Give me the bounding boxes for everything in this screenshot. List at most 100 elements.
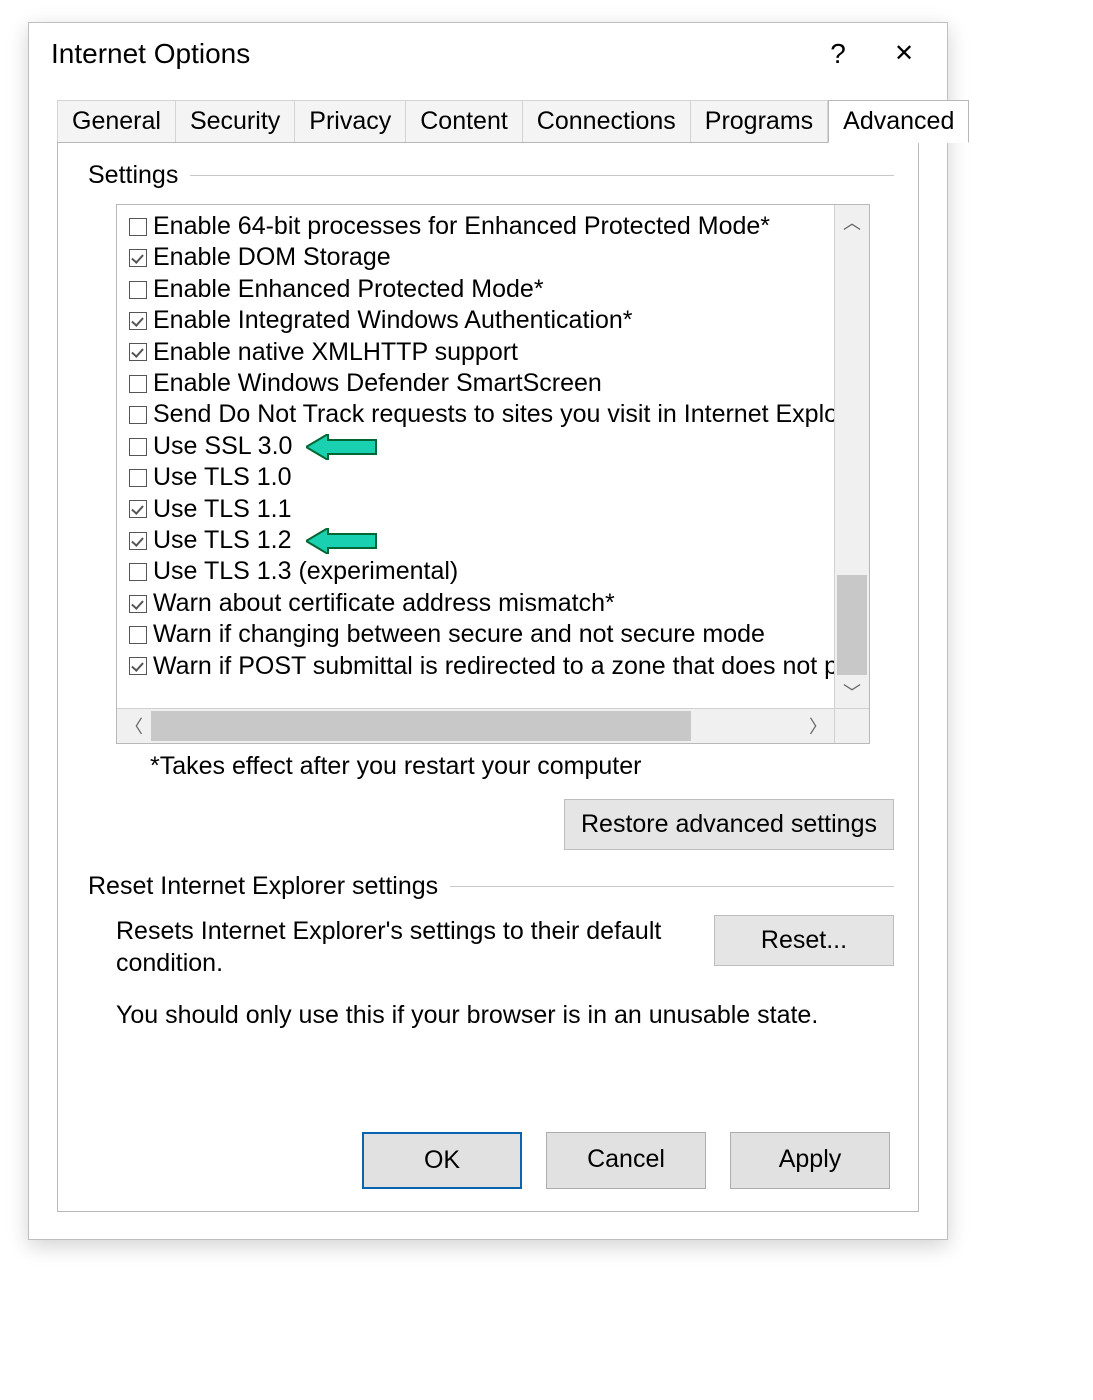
setting-label: Send Do Not Track requests to sites you …: [153, 399, 835, 430]
tab-label: Security: [190, 107, 280, 135]
setting-row[interactable]: Warn if POST submittal is redirected to …: [129, 651, 835, 682]
scroll-thumb-h[interactable]: [151, 711, 691, 741]
setting-label: Warn if changing between secure and not …: [153, 619, 765, 650]
setting-label: Use TLS 1.2: [153, 525, 292, 556]
setting-row[interactable]: Use TLS 1.1: [129, 494, 835, 525]
tab-label: Advanced: [843, 107, 954, 135]
checkbox[interactable]: [129, 595, 147, 613]
checkbox[interactable]: [129, 500, 147, 518]
window-title: Internet Options: [51, 38, 805, 70]
scroll-right-button[interactable]: 〉: [801, 709, 835, 743]
setting-label: Enable native XMLHTTP support: [153, 337, 518, 368]
checkbox[interactable]: [129, 281, 147, 299]
settings-heading-label: Settings: [88, 161, 178, 190]
setting-label: Enable Windows Defender SmartScreen: [153, 368, 602, 399]
reset-button[interactable]: Reset...: [714, 915, 894, 966]
tab-label: General: [72, 107, 161, 135]
checkbox[interactable]: [129, 312, 147, 330]
apply-button[interactable]: Apply: [730, 1132, 890, 1189]
checkbox[interactable]: [129, 343, 147, 361]
tabstrip: General Security Privacy Content Connections…: [57, 99, 919, 142]
tab-programs[interactable]: Programs: [691, 100, 828, 143]
setting-row[interactable]: Send Do Not Track requests to sites you …: [129, 399, 835, 430]
reset-description: Resets Internet Explorer's settings to t…: [116, 915, 684, 979]
restart-note: *Takes effect after you restart your com…: [150, 752, 894, 781]
scroll-up-button[interactable]: ︿: [835, 205, 869, 239]
internet-options-dialog: Internet Options ? ✕ General Security Priv…: [28, 22, 948, 1240]
dialog-buttons: OK Cancel Apply: [362, 1132, 890, 1189]
setting-label: Enable Enhanced Protected Mode*: [153, 274, 544, 305]
horizontal-scrollbar[interactable]: 〈 〉: [117, 708, 835, 743]
annotation-arrow-icon: [306, 434, 378, 460]
setting-label: Use TLS 1.1: [153, 494, 292, 525]
help-button[interactable]: ?: [805, 23, 871, 85]
reset-heading-label: Reset Internet Explorer settings: [88, 872, 438, 901]
settings-list[interactable]: Enable 64-bit processes for Enhanced Pro…: [117, 205, 835, 709]
tab-advanced[interactable]: Advanced: [828, 100, 969, 143]
reset-warning: You should only use this if your browser…: [116, 999, 894, 1031]
checkbox[interactable]: [129, 469, 147, 487]
tab-privacy[interactable]: Privacy: [295, 100, 406, 143]
chevron-up-icon: ︿: [843, 209, 861, 235]
annotation-arrow-icon: [306, 528, 378, 554]
tab-general[interactable]: General: [57, 100, 176, 143]
checkbox[interactable]: [129, 626, 147, 644]
checkbox[interactable]: [129, 249, 147, 267]
vertical-scrollbar[interactable]: ︿ ﹀: [834, 205, 869, 709]
chevron-down-icon: ﹀: [843, 679, 861, 705]
cancel-button[interactable]: Cancel: [546, 1132, 706, 1189]
checkbox[interactable]: [129, 406, 147, 424]
checkbox[interactable]: [129, 375, 147, 393]
setting-label: Warn if POST submittal is redirected to …: [153, 651, 835, 682]
checkbox[interactable]: [129, 218, 147, 236]
scroll-track-h[interactable]: [151, 709, 801, 743]
setting-row[interactable]: Use TLS 1.3 (experimental): [129, 556, 835, 587]
setting-row[interactable]: Enable native XMLHTTP support: [129, 337, 835, 368]
reset-heading: Reset Internet Explorer settings: [88, 872, 894, 901]
close-icon: ✕: [894, 40, 914, 67]
tab-security[interactable]: Security: [176, 100, 295, 143]
tab-connections[interactable]: Connections: [523, 100, 691, 143]
restore-advanced-settings-button[interactable]: Restore advanced settings: [564, 799, 894, 850]
checkbox[interactable]: [129, 532, 147, 550]
divider: [190, 175, 894, 176]
tab-label: Connections: [537, 107, 676, 135]
setting-label: Use TLS 1.0: [153, 462, 292, 493]
setting-row[interactable]: Warn if changing between secure and not …: [129, 619, 835, 650]
scrollbar-corner: [834, 708, 869, 743]
titlebar: Internet Options ? ✕: [29, 23, 947, 85]
setting-row[interactable]: Use TLS 1.2: [129, 525, 835, 556]
setting-label: Use TLS 1.3 (experimental): [153, 556, 458, 587]
chevron-right-icon: 〉: [809, 713, 827, 739]
divider: [450, 886, 894, 887]
setting-label: Enable 64-bit processes for Enhanced Pro…: [153, 211, 770, 242]
scroll-left-button[interactable]: 〈: [117, 709, 151, 743]
checkbox[interactable]: [129, 438, 147, 456]
settings-heading: Settings: [88, 161, 894, 190]
setting-row[interactable]: Enable 64-bit processes for Enhanced Pro…: [129, 211, 835, 242]
chevron-left-icon: 〈: [125, 713, 143, 739]
setting-row[interactable]: Use TLS 1.0: [129, 462, 835, 493]
ok-button[interactable]: OK: [362, 1132, 522, 1189]
scroll-thumb[interactable]: [837, 575, 867, 675]
setting-label: Enable Integrated Windows Authentication…: [153, 305, 632, 336]
setting-row[interactable]: Use SSL 3.0: [129, 431, 835, 462]
settings-section: Settings Enable 64-bit processes for Enh…: [82, 161, 894, 850]
checkbox[interactable]: [129, 563, 147, 581]
setting-label: Use SSL 3.0: [153, 431, 292, 462]
tab-label: Content: [420, 107, 508, 135]
setting-row[interactable]: Warn about certificate address mismatch*: [129, 588, 835, 619]
tab-content[interactable]: Content: [406, 100, 523, 143]
setting-row[interactable]: Enable Enhanced Protected Mode*: [129, 274, 835, 305]
tab-label: Privacy: [309, 107, 391, 135]
setting-row[interactable]: Enable Windows Defender SmartScreen: [129, 368, 835, 399]
tab-label: Programs: [705, 107, 813, 135]
scroll-track[interactable]: [835, 239, 869, 675]
checkbox[interactable]: [129, 657, 147, 675]
scroll-down-button[interactable]: ﹀: [835, 675, 869, 709]
setting-row[interactable]: Enable Integrated Windows Authentication…: [129, 305, 835, 336]
setting-row[interactable]: Enable DOM Storage: [129, 242, 835, 273]
setting-label: Enable DOM Storage: [153, 242, 391, 273]
setting-label: Warn about certificate address mismatch*: [153, 588, 615, 619]
close-button[interactable]: ✕: [871, 23, 937, 85]
